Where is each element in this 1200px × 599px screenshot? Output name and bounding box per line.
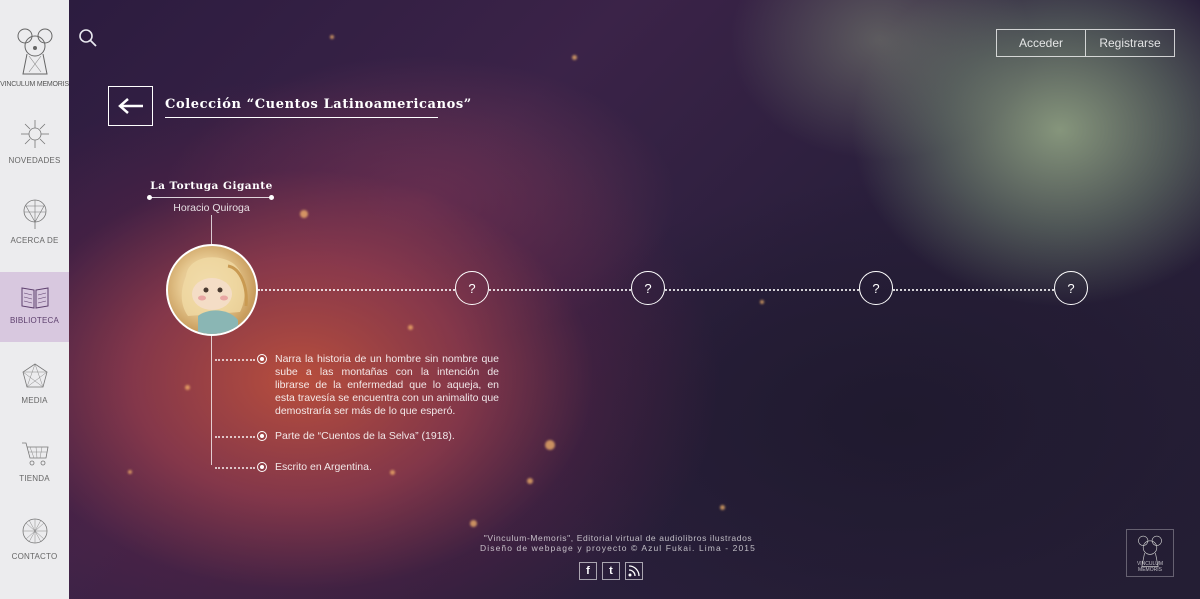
timeline-connector [665,289,859,291]
timeline-connector [258,289,455,291]
auth-buttons: Acceder Registrarse [996,29,1175,57]
bullet-icon [257,354,267,364]
sidebar-item-label: NOVEDADES [8,156,61,165]
search-icon[interactable] [78,28,98,48]
locked-book-node[interactable]: ? [631,271,665,305]
sidebar-item-acerca-de[interactable]: ACERCA DE [0,198,69,270]
footer-logo-text: VINCULUM MEMORIS [1136,561,1164,573]
cart-icon [21,442,48,466]
sidebar-item-label: TIENDA [19,474,50,483]
koala-logo-icon [17,28,52,75]
sidebar-item-label: MEDIA [21,396,48,405]
footer-logo: VINCULUM MEMORIS [1126,529,1174,577]
sidebar-item-label: BIBLIOTECA [9,316,60,325]
sidebar-item-media[interactable]: MEDIA [0,362,69,434]
footer-credit-line: "Vinculum-Memoris", Editorial virtual de… [483,533,753,543]
book-divider [150,197,272,198]
collection-title: Colección “Cuentos Latinoamericanos” [165,97,472,112]
footer-copyright: Diseño de webpage y proyecto © Azul Fuka… [480,543,756,553]
detail-text: Narra la historia de un hombre sin nombr… [275,353,499,417]
timeline-connector [893,289,1054,291]
book-author: Horacio Quiroga [173,202,250,214]
divider-dot [269,195,274,200]
detail-text: Parte de “Cuentos de la Selva” (1918). [275,430,455,442]
sidebar: VINCULUM MEMORIS NOVEDADES ACERCA DE BIB… [0,0,69,599]
divider-dot [147,195,152,200]
locked-book-node[interactable]: ? [455,271,489,305]
sidebar-item-contacto[interactable]: CONTACTO [0,516,69,588]
book-title: La Tortuga Gigante [150,180,273,192]
locked-book-node[interactable]: ? [859,271,893,305]
login-button[interactable]: Acceder [997,30,1085,56]
network-icon [23,199,46,229]
sidebar-item-label: CONTACTO [11,552,58,561]
bullet-icon [257,462,267,472]
register-button[interactable]: Registrarse [1085,30,1174,56]
back-button[interactable] [108,86,153,126]
twitter-icon[interactable]: t [602,562,620,580]
sidebar-item-novedades[interactable]: NOVEDADES [0,118,69,190]
book-detail-summary: Narra la historia de un hombre sin nombr… [215,353,499,418]
book-detail-origin: Escrito en Argentina. [215,461,535,474]
rss-icon[interactable] [625,562,643,580]
brand-logo[interactable]: VINCULUM MEMORIS [0,0,69,102]
sidebar-item-biblioteca[interactable]: BIBLIOTECA [0,272,69,342]
sidebar-item-label: ACERCA DE [10,236,59,245]
locked-book-node[interactable]: ? [1054,271,1088,305]
detail-text: Escrito en Argentina. [275,461,372,473]
book-detail-collection: Parte de “Cuentos de la Selva” (1918). [215,430,535,443]
sidebar-item-tienda[interactable]: TIENDA [0,440,69,512]
sunburst-icon [20,120,49,148]
globe-icon [22,518,47,544]
arrow-left-icon [117,98,143,114]
polygon-icon [22,363,47,388]
title-underline [165,117,438,118]
bullet-icon [257,431,267,441]
timeline-connector [489,289,631,291]
book-cover-image[interactable] [166,244,258,336]
facebook-icon[interactable]: f [579,562,597,580]
brand-name: VINCULUM MEMORIS [0,81,69,88]
book-icon [21,287,48,309]
